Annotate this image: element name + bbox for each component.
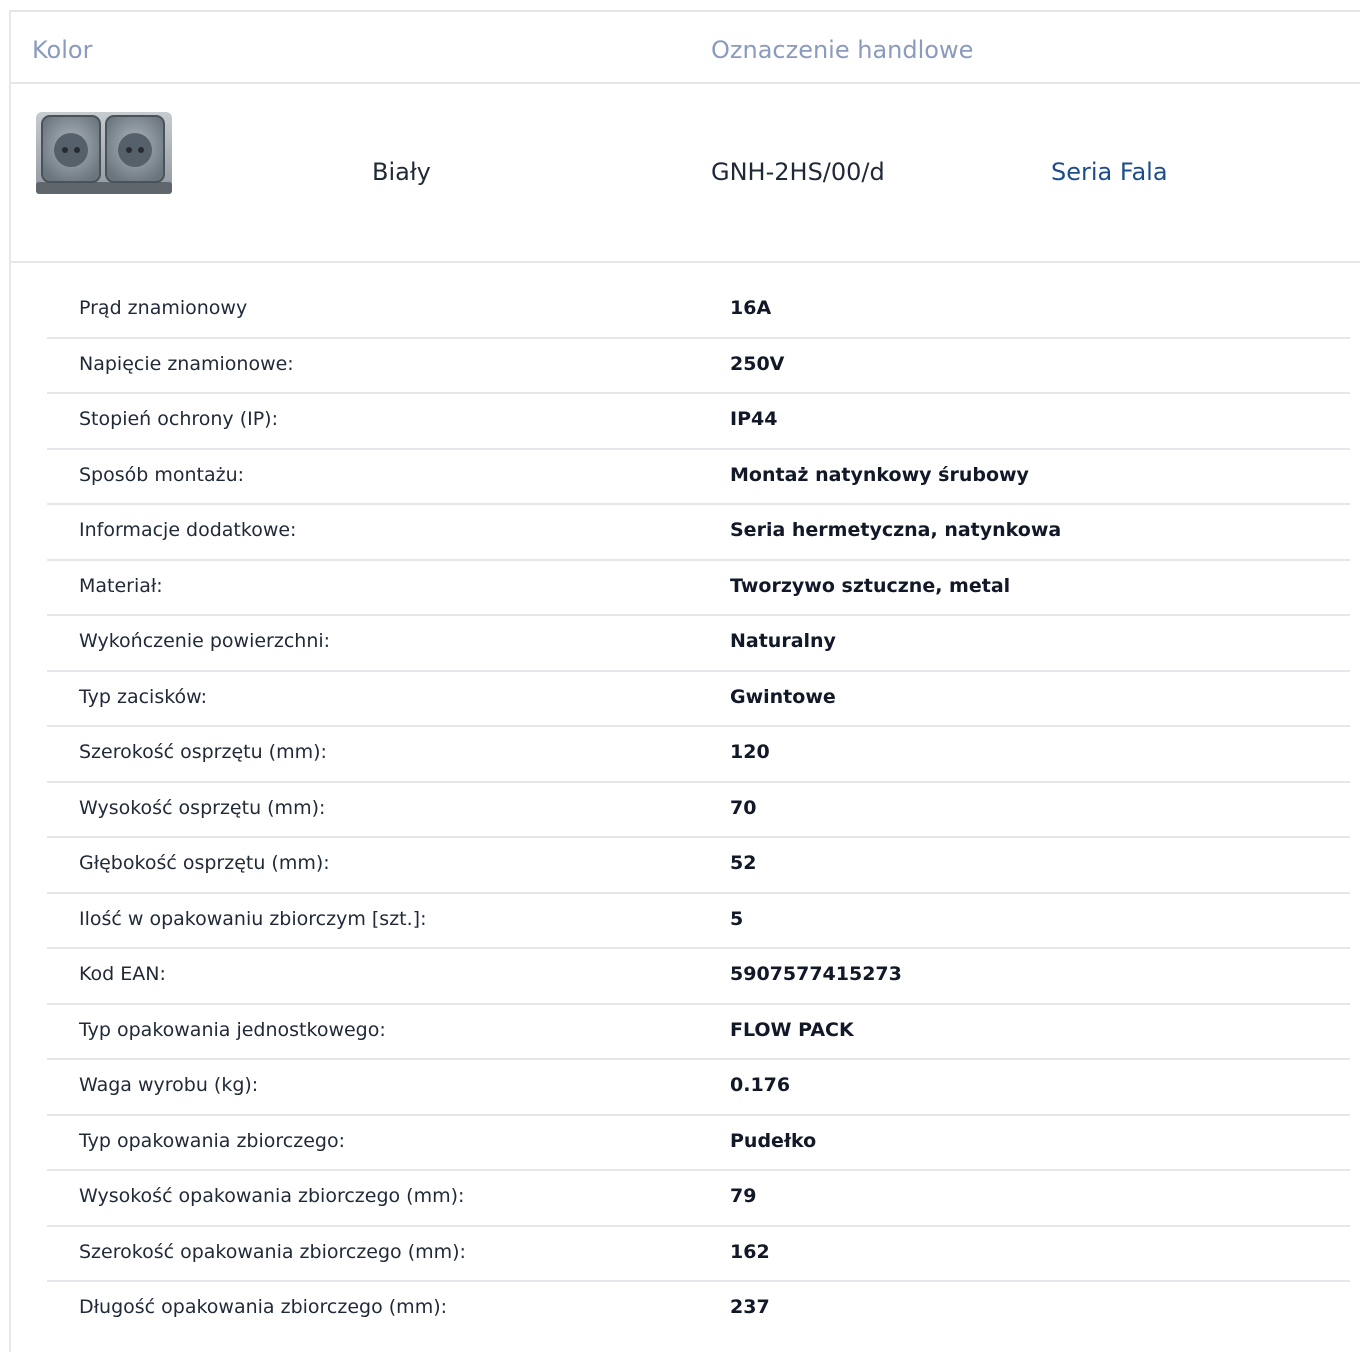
spec-row: Typ zacisków: Gwintowe <box>47 672 1350 727</box>
spec-label: Wysokość opakowania zbiorczego (mm): <box>79 1185 465 1207</box>
spec-label: Wysokość osprzętu (mm): <box>79 796 326 819</box>
spec-label: Typ opakowania zbiorczego: <box>79 1129 345 1152</box>
spec-value: 120 <box>730 741 770 763</box>
product-color: Biały <box>372 158 431 186</box>
spec-label: Typ zacisków: <box>79 685 208 708</box>
spec-row: Typ opakowania jednostkowego: FLOW PACK <box>47 1005 1350 1060</box>
spec-value: 52 <box>730 852 757 874</box>
spec-row: Kod EAN: 5907577415273 <box>47 949 1350 1005</box>
spec-row: Napięcie znamionowe: 250V <box>47 339 1350 394</box>
spec-row: Głębokość osprzętu (mm): 52 <box>47 838 1350 894</box>
spec-label: Prąd znamionowy <box>79 297 248 319</box>
spec-value: 237 <box>730 1296 770 1318</box>
spec-row: Szerokość osprzętu (mm): 120 <box>47 727 1350 783</box>
spec-value: 79 <box>730 1185 757 1207</box>
table-header: Kolor Oznaczenie handlowe <box>11 12 1360 84</box>
spec-label: Szerokość osprzętu (mm): <box>79 741 327 763</box>
column-header-color: Kolor <box>32 36 93 64</box>
spec-row: Sposób montażu: Montaż natynkowy śrubowy <box>47 450 1350 505</box>
spec-row: Materiał: Tworzywo sztuczne, metal <box>47 561 1350 616</box>
spec-value: Gwintowe <box>730 685 836 708</box>
product-trade-code: GNH-2HS/00/d <box>711 158 885 186</box>
spec-value: 5 <box>730 907 744 930</box>
spec-label: Typ opakowania jednostkowego: <box>79 1018 386 1041</box>
spec-label: Kod EAN: <box>79 963 166 985</box>
spec-value: 16A <box>730 297 772 319</box>
spec-label: Stopień ochrony (IP): <box>79 408 278 430</box>
spec-value: Montaż natynkowy śrubowy <box>730 463 1029 486</box>
double-socket-icon <box>36 112 172 194</box>
spec-row: Prąd znamionowy 16A <box>47 283 1350 339</box>
spec-row: Długość opakowania zbiorczego (mm): 237 <box>47 1282 1350 1338</box>
spec-row: Szerokość opakowania zbiorczego (mm): 162 <box>47 1227 1350 1282</box>
spec-row: Waga wyrobu (kg): 0.176 <box>47 1060 1350 1116</box>
spec-label: Ilość w opakowaniu zbiorczym [szt.]: <box>79 907 427 930</box>
spec-value: 250V <box>730 352 785 375</box>
spec-row: Wysokość osprzętu (mm): 70 <box>47 783 1350 838</box>
spec-value: IP44 <box>730 408 778 430</box>
spec-value: 0.176 <box>730 1074 791 1096</box>
product-row: Biały GNH-2HS/00/d Seria Fala <box>11 84 1360 263</box>
spec-value: Pudełko <box>730 1129 817 1152</box>
spec-row: Wykończenie powierzchni: Naturalny <box>47 616 1350 672</box>
spec-value: Naturalny <box>730 630 836 652</box>
spec-row: Wysokość opakowania zbiorczego (mm): 79 <box>47 1171 1350 1227</box>
column-header-trade-name: Oznaczenie handlowe <box>711 36 974 64</box>
spec-value: 5907577415273 <box>730 963 902 985</box>
spec-row: Informacje dodatkowe: Seria hermetyczna, … <box>47 505 1350 561</box>
spec-label: Materiał: <box>79 574 163 597</box>
spec-label: Informacje dodatkowe: <box>79 519 297 541</box>
spec-row: Ilość w opakowaniu zbiorczym [szt.]: 5 <box>47 894 1350 949</box>
spec-label: Długość opakowania zbiorczego (mm): <box>79 1296 448 1318</box>
spec-value: FLOW PACK <box>730 1018 854 1041</box>
spec-row: Typ opakowania zbiorczego: Pudełko <box>47 1116 1350 1171</box>
spec-value: Seria hermetyczna, natynkowa <box>730 519 1062 541</box>
spec-row: Stopień ochrony (IP): IP44 <box>47 394 1350 450</box>
spec-value: 162 <box>730 1240 770 1263</box>
spec-value: Tworzywo sztuczne, metal <box>730 574 1011 597</box>
spec-label: Napięcie znamionowe: <box>79 352 294 375</box>
spec-value: 70 <box>730 796 757 819</box>
spec-label: Waga wyrobu (kg): <box>79 1074 259 1096</box>
spec-label: Głębokość osprzętu (mm): <box>79 852 330 874</box>
spec-label: Szerokość opakowania zbiorczego (mm): <box>79 1240 466 1263</box>
series-link[interactable]: Seria Fala <box>1051 158 1168 186</box>
spec-label: Wykończenie powierzchni: <box>79 630 331 652</box>
spec-label: Sposób montażu: <box>79 463 245 486</box>
specifications-table: Prąd znamionowy 16A Napięcie znamionowe: 2… <box>47 283 1350 1338</box>
